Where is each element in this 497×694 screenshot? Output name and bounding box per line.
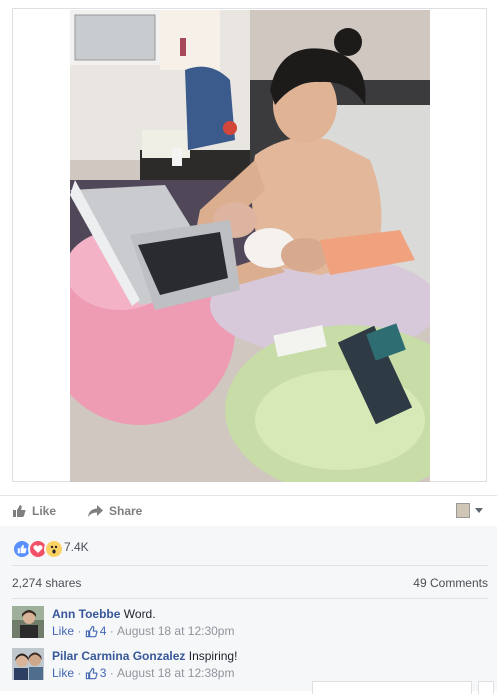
separator: · bbox=[74, 666, 85, 680]
photo-illustration bbox=[70, 10, 430, 482]
post-action-bar: Like Share bbox=[0, 495, 497, 526]
separator: · bbox=[106, 666, 118, 680]
page-avatar-selector[interactable] bbox=[456, 503, 470, 518]
reactions-summary[interactable] bbox=[12, 539, 64, 559]
like-label: Like bbox=[32, 504, 57, 518]
comment-like-link[interactable]: Like bbox=[52, 666, 74, 680]
like-count-icon bbox=[85, 667, 98, 679]
post-photo[interactable] bbox=[70, 10, 430, 482]
comment-body: Pilar Carmina Gonzalez Inspiring! bbox=[52, 648, 237, 664]
comments-count[interactable]: 49 Comments bbox=[413, 576, 488, 590]
comment-item: Ann Toebbe Word. Like · 4 · August 18 at… bbox=[12, 606, 492, 642]
comment-like-count[interactable]: 3 bbox=[100, 666, 107, 680]
comment-text: Inspiring! bbox=[188, 649, 238, 663]
comment-timestamp[interactable]: August 18 at 12:38pm bbox=[117, 666, 234, 680]
comment-timestamp[interactable]: August 18 at 12:30pm bbox=[117, 624, 234, 638]
comment-like-count[interactable]: 4 bbox=[100, 624, 107, 638]
comment-input-edge[interactable] bbox=[312, 681, 472, 694]
comment-meta: Like · 4 · August 18 at 12:30pm bbox=[52, 624, 234, 638]
thumbs-up-icon bbox=[13, 505, 26, 517]
comment-item: Pilar Carmina Gonzalez Inspiring! Like ·… bbox=[12, 648, 492, 684]
divider bbox=[12, 598, 488, 599]
comment-body: Ann Toebbe Word. bbox=[52, 606, 156, 622]
commenter-name[interactable]: Pilar Carmina Gonzalez bbox=[52, 649, 185, 663]
commenter-name[interactable]: Ann Toebbe bbox=[52, 607, 120, 621]
avatar[interactable] bbox=[12, 606, 44, 638]
avatar[interactable] bbox=[12, 648, 44, 680]
comment-input-edge-right[interactable] bbox=[478, 681, 494, 694]
divider bbox=[12, 565, 488, 566]
share-button[interactable]: Share bbox=[88, 504, 142, 518]
wow-reaction-icon bbox=[44, 539, 64, 559]
separator: · bbox=[74, 624, 85, 638]
like-button[interactable]: Like bbox=[12, 504, 56, 518]
comment-meta: Like · 3 · August 18 at 12:38pm bbox=[52, 666, 234, 680]
reaction-count[interactable]: 7.4K bbox=[64, 540, 89, 554]
chevron-down-icon[interactable] bbox=[475, 508, 483, 513]
comment-text: Word. bbox=[123, 607, 156, 621]
share-arrow-icon bbox=[88, 504, 103, 517]
comment-like-link[interactable]: Like bbox=[52, 624, 74, 638]
separator: · bbox=[106, 624, 118, 638]
share-label: Share bbox=[109, 504, 143, 518]
shares-count[interactable]: 2,274 shares bbox=[12, 576, 81, 590]
like-count-icon bbox=[85, 625, 98, 637]
